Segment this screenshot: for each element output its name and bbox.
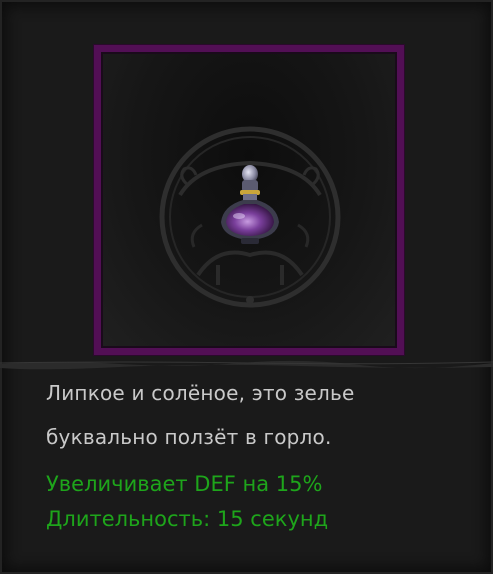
item-tooltip-panel: Липкое и солёное, это зелье буквально по…: [0, 0, 493, 574]
item-effect-def-bonus: Увеличивает DEF на 15%: [46, 472, 323, 496]
item-description-line: Липкое и солёное, это зелье: [46, 381, 355, 405]
item-effect-duration: Длительность: 15 секунд: [46, 507, 329, 531]
item-description-line: буквально ползёт в горло.: [46, 425, 332, 449]
divider: [0, 360, 493, 370]
potion-icon: [221, 165, 279, 244]
item-icon-frame: [94, 45, 404, 355]
